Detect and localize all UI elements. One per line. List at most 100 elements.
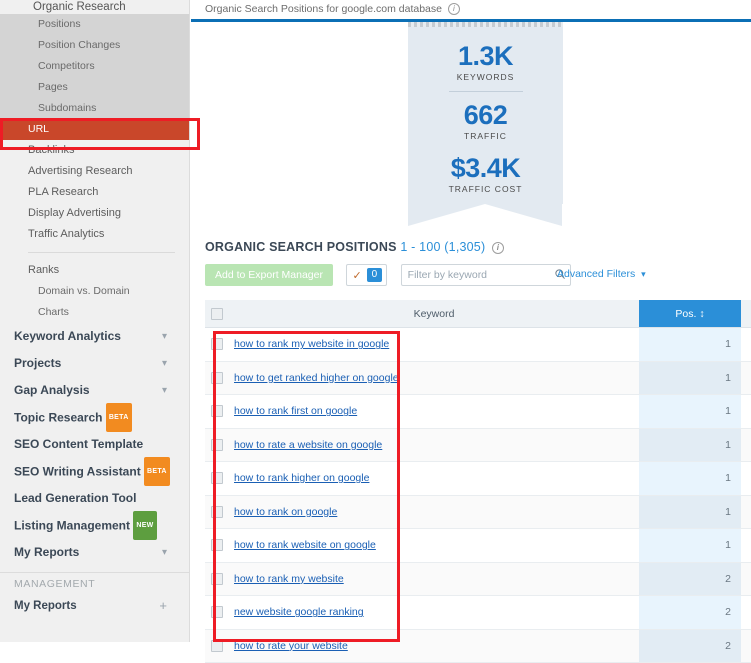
- keyword-cell[interactable]: how to rank my website: [229, 562, 639, 596]
- sidebar-item-pla-research[interactable]: PLA Research: [0, 182, 189, 203]
- add-to-export-manager-button[interactable]: Add to Export Manager: [205, 264, 333, 286]
- row-select-cell[interactable]: [205, 428, 229, 462]
- chevron-down-icon[interactable]: ▾: [162, 350, 167, 377]
- sidebar-group-topic-research[interactable]: Topic Research BETA: [0, 403, 189, 432]
- checkbox-select-all[interactable]: [211, 307, 223, 320]
- table-row[interactable]: how to get ranked higher on google 1: [205, 361, 751, 395]
- table-row[interactable]: how to rank higher on google 1: [205, 461, 751, 496]
- chevron-down-icon[interactable]: ▾: [162, 323, 167, 350]
- sidebar-submenu-organic-research: Positions Position Changes Competitors P…: [0, 14, 189, 140]
- table-row[interactable]: how to rate your website 2: [205, 629, 751, 663]
- keyword-cell[interactable]: how to rate a website on google: [229, 428, 639, 462]
- row-select-cell[interactable]: [205, 595, 229, 630]
- filter-keyword-box[interactable]: [400, 264, 571, 286]
- table-row[interactable]: how to rank my website 2: [205, 562, 751, 596]
- keyword-cell[interactable]: how to rate your website: [229, 629, 639, 663]
- keyword-link[interactable]: how to rank first on google: [230, 405, 357, 417]
- info-icon[interactable]: i: [447, 3, 460, 16]
- keyword-link[interactable]: how to rank higher on google: [230, 472, 369, 484]
- keyword-cell[interactable]: how to rank website on google: [229, 528, 639, 563]
- sidebar-item-backlinks[interactable]: Backlinks: [0, 140, 189, 161]
- table-row[interactable]: how to rate a website on google 1: [205, 428, 751, 462]
- table-row[interactable]: how to rank on google 1: [205, 495, 751, 529]
- selection-counter[interactable]: ✓ 0: [346, 264, 388, 286]
- sidebar-group-gap-analysis[interactable]: Gap Analysis ▾: [0, 377, 189, 404]
- row-select-cell[interactable]: [205, 461, 229, 496]
- table-row[interactable]: how to rank my website in google 1: [205, 327, 751, 362]
- checkbox-row[interactable]: [211, 405, 223, 418]
- new-badge: NEW: [133, 511, 157, 540]
- sidebar-item-charts[interactable]: Charts: [0, 302, 189, 323]
- sidebar-item-pages[interactable]: Pages: [0, 77, 189, 98]
- chevron-down-icon[interactable]: ▾: [641, 269, 646, 279]
- stat-value-traffic-cost: $3.4K: [450, 153, 521, 183]
- row-select-cell[interactable]: [205, 562, 229, 596]
- checkbox-row[interactable]: [211, 472, 223, 485]
- sidebar-item-label: Advertising Research: [28, 165, 133, 177]
- checkbox-row[interactable]: [211, 438, 223, 451]
- sidebar-item-subdomains[interactable]: Subdomains: [0, 98, 189, 119]
- sidebar-item-url[interactable]: URL: [0, 119, 189, 140]
- sidebar-item-ranks[interactable]: Ranks: [0, 260, 189, 281]
- extra-cell: [741, 327, 751, 362]
- sidebar-item-domain-vs-domain[interactable]: Domain vs. Domain: [0, 281, 189, 302]
- sidebar-item-advertising-research[interactable]: Advertising Research: [0, 161, 189, 182]
- sidebar-group-projects[interactable]: Projects ▾: [0, 350, 189, 377]
- checkbox-row[interactable]: [211, 371, 223, 384]
- keyword-cell[interactable]: how to rank higher on google: [229, 461, 639, 496]
- checkbox-row[interactable]: [211, 606, 223, 619]
- row-select-cell[interactable]: [205, 394, 229, 429]
- checkbox-row[interactable]: [211, 572, 223, 585]
- checkbox-row[interactable]: [211, 338, 223, 351]
- sidebar-item-label: URL: [28, 123, 50, 135]
- keyword-cell[interactable]: how to get ranked higher on google: [229, 361, 639, 395]
- column-header-select-all[interactable]: [205, 300, 229, 328]
- keyword-link[interactable]: how to rate a website on google: [230, 439, 382, 451]
- checkbox-row[interactable]: [211, 539, 223, 552]
- sidebar-group-seo-writing-assistant[interactable]: SEO Writing Assistant BETA: [0, 457, 189, 486]
- table-header-row: Keyword Pos. ↕: [205, 300, 751, 328]
- info-icon[interactable]: i: [492, 241, 504, 254]
- keyword-link[interactable]: new website google ranking: [230, 606, 364, 618]
- keyword-cell[interactable]: how to rank my website in google: [229, 327, 639, 362]
- sidebar-item-traffic-analytics[interactable]: Traffic Analytics: [0, 224, 189, 245]
- sidebar-group-label: Gap Analysis: [14, 383, 90, 397]
- row-select-cell[interactable]: [205, 327, 229, 362]
- keyword-cell[interactable]: how to rank on google: [229, 495, 639, 529]
- column-header-keyword[interactable]: Keyword: [229, 300, 639, 328]
- row-select-cell[interactable]: [205, 495, 229, 529]
- sort-arrows-icon[interactable]: ↕: [699, 308, 704, 320]
- table-row[interactable]: new website google ranking 2: [205, 595, 751, 630]
- table-row[interactable]: how to rank website on google 1: [205, 528, 751, 563]
- sidebar-item-display-advertising[interactable]: Display Advertising: [0, 203, 189, 224]
- row-select-cell[interactable]: [205, 528, 229, 563]
- sidebar-group-lead-generation-tool[interactable]: Lead Generation Tool: [0, 485, 189, 512]
- table-row[interactable]: how to rank first on google 1: [205, 394, 751, 429]
- keyword-cell[interactable]: new website google ranking: [229, 595, 639, 630]
- row-select-cell[interactable]: [205, 629, 229, 663]
- sidebar-item-positions[interactable]: Positions: [0, 14, 189, 35]
- sidebar-group-my-reports[interactable]: My Reports ▾: [0, 539, 189, 566]
- management-item-my-reports[interactable]: My Reports +: [0, 595, 189, 617]
- chevron-down-icon[interactable]: ▾: [162, 377, 167, 404]
- keyword-link[interactable]: how to rank my website: [230, 573, 344, 585]
- row-select-cell[interactable]: [205, 361, 229, 395]
- keyword-cell[interactable]: how to rank first on google: [229, 394, 639, 429]
- advanced-filters-toggle[interactable]: Advanced Filters ▾: [557, 268, 646, 280]
- checkbox-row[interactable]: [211, 505, 223, 518]
- keyword-link[interactable]: how to rank on google: [230, 506, 337, 518]
- filter-keyword-input[interactable]: [401, 265, 550, 285]
- sidebar-group-seo-content-template[interactable]: SEO Content Template: [0, 431, 189, 458]
- column-header-position[interactable]: Pos. ↕: [639, 300, 741, 328]
- keyword-link[interactable]: how to rank my website in google: [230, 338, 389, 350]
- plus-icon[interactable]: +: [159, 595, 167, 617]
- sidebar-item-competitors[interactable]: Competitors: [0, 56, 189, 77]
- sidebar-group-listing-management[interactable]: Listing Management NEW: [0, 511, 189, 540]
- section-count: 1 - 100 (1,305): [400, 240, 486, 254]
- chevron-down-icon[interactable]: ▾: [162, 539, 167, 566]
- sidebar-item-organic-research[interactable]: Organic Research: [0, 0, 189, 14]
- sidebar-item-position-changes[interactable]: Position Changes: [0, 35, 189, 56]
- keyword-link[interactable]: how to get ranked higher on google: [230, 372, 399, 384]
- keyword-link[interactable]: how to rank website on google: [230, 539, 376, 551]
- sidebar-group-keyword-analytics[interactable]: Keyword Analytics ▾: [0, 323, 189, 350]
